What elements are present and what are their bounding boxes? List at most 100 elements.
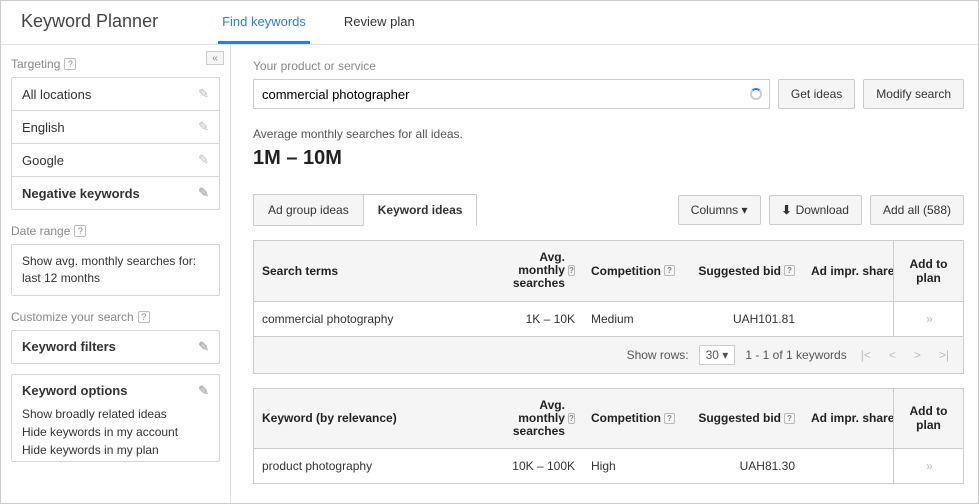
customize-text: Customize your search bbox=[11, 310, 134, 324]
help-icon[interactable]: ? bbox=[568, 413, 575, 424]
col-search-terms[interactable]: Search terms bbox=[254, 241, 483, 301]
sub-tabs: Ad group ideas Keyword ideas bbox=[253, 194, 477, 226]
download-label: Download bbox=[796, 203, 849, 217]
main-tabs: Find keywords Review plan bbox=[218, 1, 419, 44]
app-container: Keyword Planner Find keywords Review pla… bbox=[0, 0, 979, 504]
cell-bid: UAH81.30 bbox=[683, 449, 803, 483]
cell-searches: 1K – 10K bbox=[483, 302, 583, 336]
col-competition[interactable]: Competition? bbox=[583, 241, 683, 301]
option-sub: Show broadly related ideas bbox=[12, 407, 219, 425]
cell-competition: High bbox=[583, 449, 683, 483]
collapse-sidebar-button[interactable]: « bbox=[206, 51, 224, 65]
add-to-plan-button[interactable]: » bbox=[893, 302, 963, 336]
help-icon[interactable]: ? bbox=[74, 225, 86, 237]
col-add-to-plan: Add to plan bbox=[893, 389, 963, 449]
date-range-box[interactable]: Show avg. monthly searches for: last 12 … bbox=[11, 244, 220, 296]
targeting-text: Targeting bbox=[11, 57, 60, 71]
modify-search-button[interactable]: Modify search bbox=[863, 79, 964, 109]
target-language[interactable]: English ✎ bbox=[12, 111, 219, 144]
col-suggested-bid[interactable]: Suggested bid? bbox=[683, 241, 803, 301]
avg-searches-label: Average monthly searches for all ideas. bbox=[253, 127, 964, 141]
body: « Targeting ? All locations ✎ English ✎ … bbox=[1, 45, 978, 503]
table-row: product photography 10K – 100K High UAH8… bbox=[254, 449, 963, 483]
target-locations[interactable]: All locations ✎ bbox=[12, 78, 219, 111]
date-range-text: Date range bbox=[11, 224, 70, 238]
target-negative-keywords[interactable]: Negative keywords ✎ bbox=[12, 177, 219, 209]
search-input[interactable] bbox=[253, 79, 770, 109]
pencil-icon[interactable]: ✎ bbox=[198, 185, 209, 201]
col-ad-impr[interactable]: Ad impr. share bbox=[803, 241, 893, 301]
sidebar: « Targeting ? All locations ✎ English ✎ … bbox=[1, 45, 231, 503]
keyword-options-box[interactable]: Keyword options ✎ Show broadly related i… bbox=[11, 374, 220, 462]
pager-first-icon[interactable]: |< bbox=[857, 348, 875, 362]
targeting-list: All locations ✎ English ✎ Google ✎ Negat… bbox=[11, 77, 220, 210]
search-label: Your product or service bbox=[253, 59, 964, 73]
pencil-icon[interactable]: ✎ bbox=[198, 383, 209, 399]
target-network-label: Google bbox=[22, 153, 64, 168]
customize-label: Customize your search ? bbox=[11, 310, 220, 324]
columns-button[interactable]: Columns ▾ bbox=[678, 195, 761, 225]
col-ad-impr[interactable]: Ad impr. share bbox=[803, 389, 893, 449]
target-network[interactable]: Google ✎ bbox=[12, 144, 219, 177]
keyword-options-label: Keyword options bbox=[22, 383, 127, 398]
right-buttons: Columns ▾ ⬇ Download Add all (588) bbox=[678, 195, 964, 225]
help-icon[interactable]: ? bbox=[138, 311, 150, 323]
help-icon[interactable]: ? bbox=[784, 265, 795, 276]
pager-last-icon[interactable]: >| bbox=[935, 348, 953, 362]
rows-per-page-select[interactable]: 30 ▾ bbox=[699, 345, 736, 365]
help-icon[interactable]: ? bbox=[664, 413, 675, 424]
chevron-down-icon: ▾ bbox=[741, 203, 747, 217]
get-ideas-button[interactable]: Get ideas bbox=[778, 79, 855, 109]
cell-bid: UAH101.81 bbox=[683, 302, 803, 336]
cell-term: product photography bbox=[254, 449, 483, 483]
target-language-label: English bbox=[22, 120, 65, 135]
tab-find-keywords[interactable]: Find keywords bbox=[218, 2, 310, 44]
option-sub: Hide keywords in my account bbox=[12, 425, 219, 443]
download-button[interactable]: ⬇ Download bbox=[769, 195, 862, 225]
cell-impr bbox=[803, 456, 893, 476]
cell-impr bbox=[803, 309, 893, 329]
pencil-icon[interactable]: ✎ bbox=[198, 119, 209, 135]
main-content: Your product or service Get ideas Modify… bbox=[231, 45, 978, 503]
search-row: Get ideas Modify search bbox=[253, 79, 964, 109]
show-rows-label: Show rows: bbox=[627, 348, 689, 362]
avg-searches-value: 1M – 10M bbox=[253, 147, 964, 170]
cell-term: commercial photography bbox=[254, 302, 483, 336]
col-avg-monthly[interactable]: Avg. monthly searches? bbox=[483, 389, 583, 449]
tab-review-plan[interactable]: Review plan bbox=[340, 2, 419, 44]
col-suggested-bid[interactable]: Suggested bid? bbox=[683, 389, 803, 449]
pencil-icon[interactable]: ✎ bbox=[198, 86, 209, 102]
help-icon[interactable]: ? bbox=[568, 265, 575, 276]
option-sub: Hide keywords in my plan bbox=[12, 443, 219, 461]
col-add-to-plan: Add to plan bbox=[893, 241, 963, 301]
table-header: Keyword (by relevance) Avg. monthly sear… bbox=[254, 389, 963, 450]
pager-prev-icon[interactable]: < bbox=[885, 348, 900, 362]
cell-competition: Medium bbox=[583, 302, 683, 336]
pencil-icon[interactable]: ✎ bbox=[198, 339, 209, 355]
chevron-down-icon: ▾ bbox=[722, 348, 728, 362]
app-title: Keyword Planner bbox=[21, 11, 158, 44]
keyword-filters-box[interactable]: Keyword filters ✎ bbox=[11, 330, 220, 364]
date-range-label: Date range ? bbox=[11, 224, 220, 238]
col-keyword-relevance[interactable]: Keyword (by relevance) bbox=[254, 389, 483, 449]
pager-next-icon[interactable]: > bbox=[910, 348, 925, 362]
tab-ad-group-ideas[interactable]: Ad group ideas bbox=[253, 194, 364, 226]
help-icon[interactable]: ? bbox=[64, 58, 76, 70]
help-icon[interactable]: ? bbox=[664, 265, 675, 276]
download-icon: ⬇ bbox=[782, 203, 792, 217]
chevron-right-icon: » bbox=[926, 312, 931, 326]
target-locations-label: All locations bbox=[22, 87, 91, 102]
chevron-right-icon: » bbox=[926, 459, 931, 473]
add-to-plan-button[interactable]: » bbox=[893, 449, 963, 483]
columns-label: Columns bbox=[691, 203, 738, 217]
table-header: Search terms Avg. monthly searches? Comp… bbox=[254, 241, 963, 302]
tab-keyword-ideas[interactable]: Keyword ideas bbox=[363, 194, 478, 226]
keyword-ideas-table: Keyword (by relevance) Avg. monthly sear… bbox=[253, 388, 964, 485]
add-all-button[interactable]: Add all (588) bbox=[870, 195, 964, 225]
help-icon[interactable]: ? bbox=[784, 413, 795, 424]
keyword-filters-label: Keyword filters bbox=[22, 339, 116, 354]
col-avg-monthly[interactable]: Avg. monthly searches? bbox=[483, 241, 583, 301]
target-negative-label: Negative keywords bbox=[22, 186, 140, 201]
col-competition[interactable]: Competition? bbox=[583, 389, 683, 449]
pencil-icon[interactable]: ✎ bbox=[198, 152, 209, 168]
